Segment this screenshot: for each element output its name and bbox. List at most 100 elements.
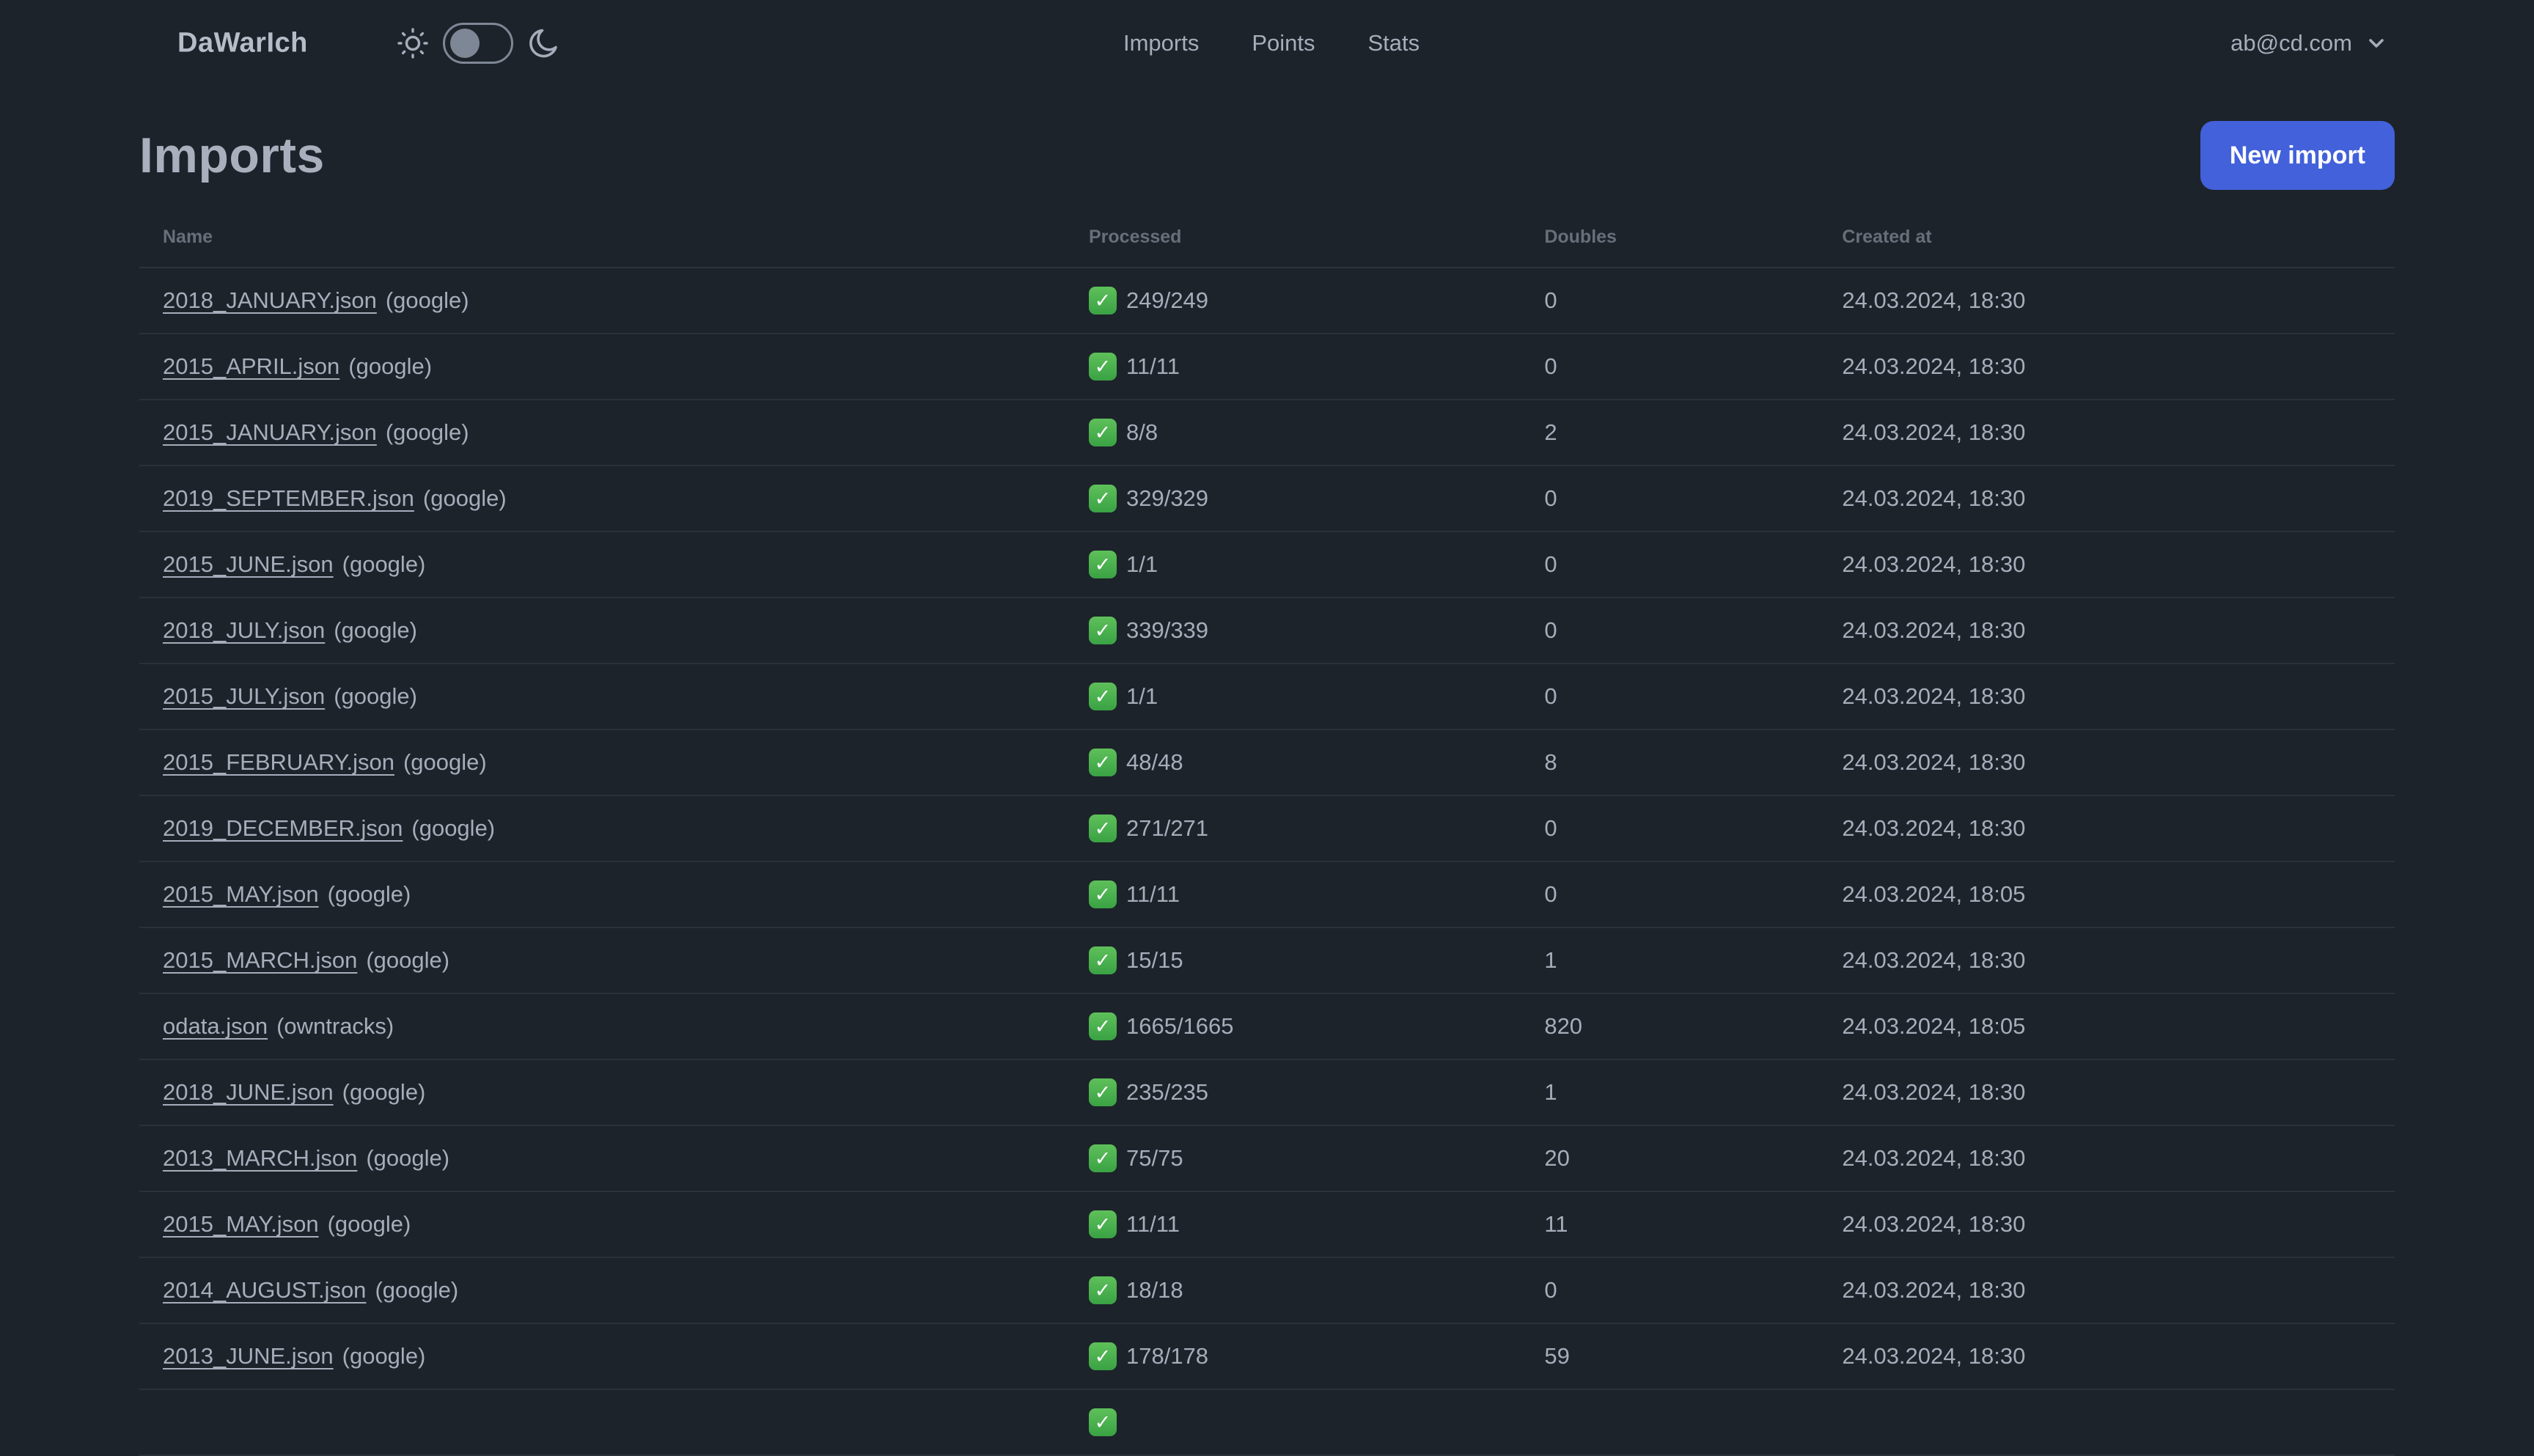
import-file-link[interactable]: 2015_JUNE.json [163,551,334,578]
doubles-count: 11 [1544,1211,1568,1237]
table-row: 2015_MAY.json (google) 11/11 11 24.03.2024, … [139,1192,2395,1258]
import-file-link[interactable]: 2018_JULY.json [163,617,325,644]
import-file-link[interactable]: 2018_JANUARY.json [163,287,377,314]
created-at: 24.03.2024, 18:30 [1842,287,2026,313]
import-file-link[interactable]: odata.json [163,1013,268,1040]
table-row: 2015_JULY.json (google) 1/1 0 24.03.2024, 18… [139,664,2395,730]
column-header-processed: Processed [1088,226,1182,247]
processed-count: 11/11 [1125,881,1180,907]
table-header: Name Processed Doubles Created at [139,207,2395,268]
import-file-link[interactable]: 2018_JUNE.json [163,1079,334,1106]
app-logo[interactable]: DaWarIch [177,28,308,59]
table-row-partial [139,1390,2395,1456]
doubles-count: 0 [1544,485,1557,511]
import-source: (google) [342,1343,426,1369]
doubles-count: 1 [1544,1079,1557,1105]
import-file-link[interactable]: 2015_MARCH.json [163,947,357,974]
table-row: 2015_MAY.json (google) 11/11 0 24.03.2024, 1… [139,862,2395,928]
created-at: 24.03.2024, 18:30 [1842,683,2026,709]
column-header-created-at: Created at [1842,226,1932,247]
processed-count: 11/11 [1125,1211,1180,1237]
new-import-button[interactable]: New import [2200,121,2395,190]
import-source: (google) [334,617,417,643]
import-file-link[interactable]: 2015_JANUARY.json [163,419,377,446]
check-icon [1088,287,1117,315]
check-icon [1088,551,1117,578]
created-at: 24.03.2024, 18:30 [1842,1079,2026,1105]
table-row: 2015_JANUARY.json (google) 8/8 2 24.03.2024,… [139,400,2395,466]
check-icon [1088,1078,1117,1106]
check-icon [1088,749,1117,776]
table-row: 2015_JUNE.json (google) 1/1 0 24.03.2024, 18… [139,532,2395,598]
nav-link-stats[interactable]: Stats [1368,30,1420,56]
doubles-count: 0 [1544,1277,1557,1303]
import-file-link[interactable]: 2015_FEBRUARY.json [163,749,394,776]
doubles-count: 0 [1544,815,1557,841]
processed-count: 1/1 [1125,683,1158,709]
table-row: 2015_FEBRUARY.json (google) 48/48 8 24.03.20… [139,730,2395,796]
created-at: 24.03.2024, 18:30 [1842,947,2026,973]
import-source: (google) [411,815,496,841]
created-at: 24.03.2024, 18:30 [1842,749,2026,775]
check-icon [1088,1342,1117,1370]
created-at: 24.03.2024, 18:30 [1842,353,2026,379]
theme-toggle-knob [450,29,480,58]
table-row: 2013_JUNE.json (google) 178/178 59 24.03.202… [139,1324,2395,1390]
import-source: (google) [366,1145,450,1171]
check-icon [1088,946,1117,974]
doubles-count: 1 [1544,947,1557,973]
processed-count: 75/75 [1125,1145,1183,1171]
created-at: 24.03.2024, 18:30 [1842,485,2026,511]
processed-count: 1/1 [1125,551,1158,577]
processed-count: 18/18 [1125,1277,1183,1303]
doubles-count: 820 [1544,1013,1583,1039]
processed-count: 178/178 [1125,1343,1209,1369]
sun-icon [396,26,430,60]
import-source: (google) [342,551,426,577]
imports-table-body: 2018_JANUARY.json (google) 249/249 0 24.03.2… [139,268,2395,1456]
created-at: 24.03.2024, 18:30 [1842,551,2026,577]
doubles-count: 0 [1544,287,1557,313]
user-email: ab@cd.com [2230,30,2352,56]
moon-icon [526,26,560,60]
processed-count: 8/8 [1125,419,1158,445]
nav-link-points[interactable]: Points [1252,30,1315,56]
imports-page: Imports New import Name Processed Double… [0,120,2534,1456]
import-source: (owntracks) [276,1013,394,1039]
table-row: 2013_MARCH.json (google) 75/75 20 24.03.2024… [139,1126,2395,1192]
processed-count: 329/329 [1125,485,1209,511]
import-file-link[interactable]: 2015_MAY.json [163,881,319,908]
doubles-count: 0 [1544,551,1557,577]
navbar: DaWarIch Imports Points Stats ab@cd.com [0,0,2534,87]
created-at: 24.03.2024, 18:30 [1842,1211,2026,1237]
check-icon [1088,1144,1117,1172]
table-row: 2015_APRIL.json (google) 11/11 0 24.03.2024,… [139,334,2395,400]
check-icon [1088,815,1117,842]
import-file-link[interactable]: 2013_JUNE.json [163,1343,334,1369]
doubles-count: 2 [1544,419,1557,445]
theme-toggle[interactable] [443,23,513,64]
user-menu[interactable]: ab@cd.com [2230,30,2387,56]
table-row: 2019_SEPTEMBER.json (google) 329/329 0 24.03… [139,466,2395,532]
import-file-link[interactable]: 2013_MARCH.json [163,1145,357,1172]
doubles-count: 8 [1544,749,1557,775]
main-nav: Imports Points Stats [1123,30,1420,56]
import-file-link[interactable]: 2014_AUGUST.json [163,1277,366,1304]
check-icon [1088,485,1117,512]
import-file-link[interactable]: 2019_SEPTEMBER.json [163,485,414,512]
created-at: 24.03.2024, 18:30 [1842,1277,2026,1303]
import-file-link[interactable]: 2015_JULY.json [163,683,325,710]
processed-count: 48/48 [1125,749,1183,775]
created-at: 24.03.2024, 18:30 [1842,419,2026,445]
processed-count: 271/271 [1125,815,1209,841]
import-file-link[interactable]: 2015_MAY.json [163,1211,319,1238]
nav-link-imports[interactable]: Imports [1123,30,1199,56]
check-icon [1088,419,1117,446]
doubles-count: 0 [1544,683,1557,709]
created-at: 24.03.2024, 18:30 [1842,617,2026,643]
import-file-link[interactable]: 2015_APRIL.json [163,353,339,380]
created-at: 24.03.2024, 18:30 [1842,1145,2026,1171]
import-file-link[interactable]: 2019_DECEMBER.json [163,815,403,842]
imports-table: Name Processed Doubles Created at 2018_J… [139,207,2395,1456]
import-source: (google) [327,1211,411,1237]
